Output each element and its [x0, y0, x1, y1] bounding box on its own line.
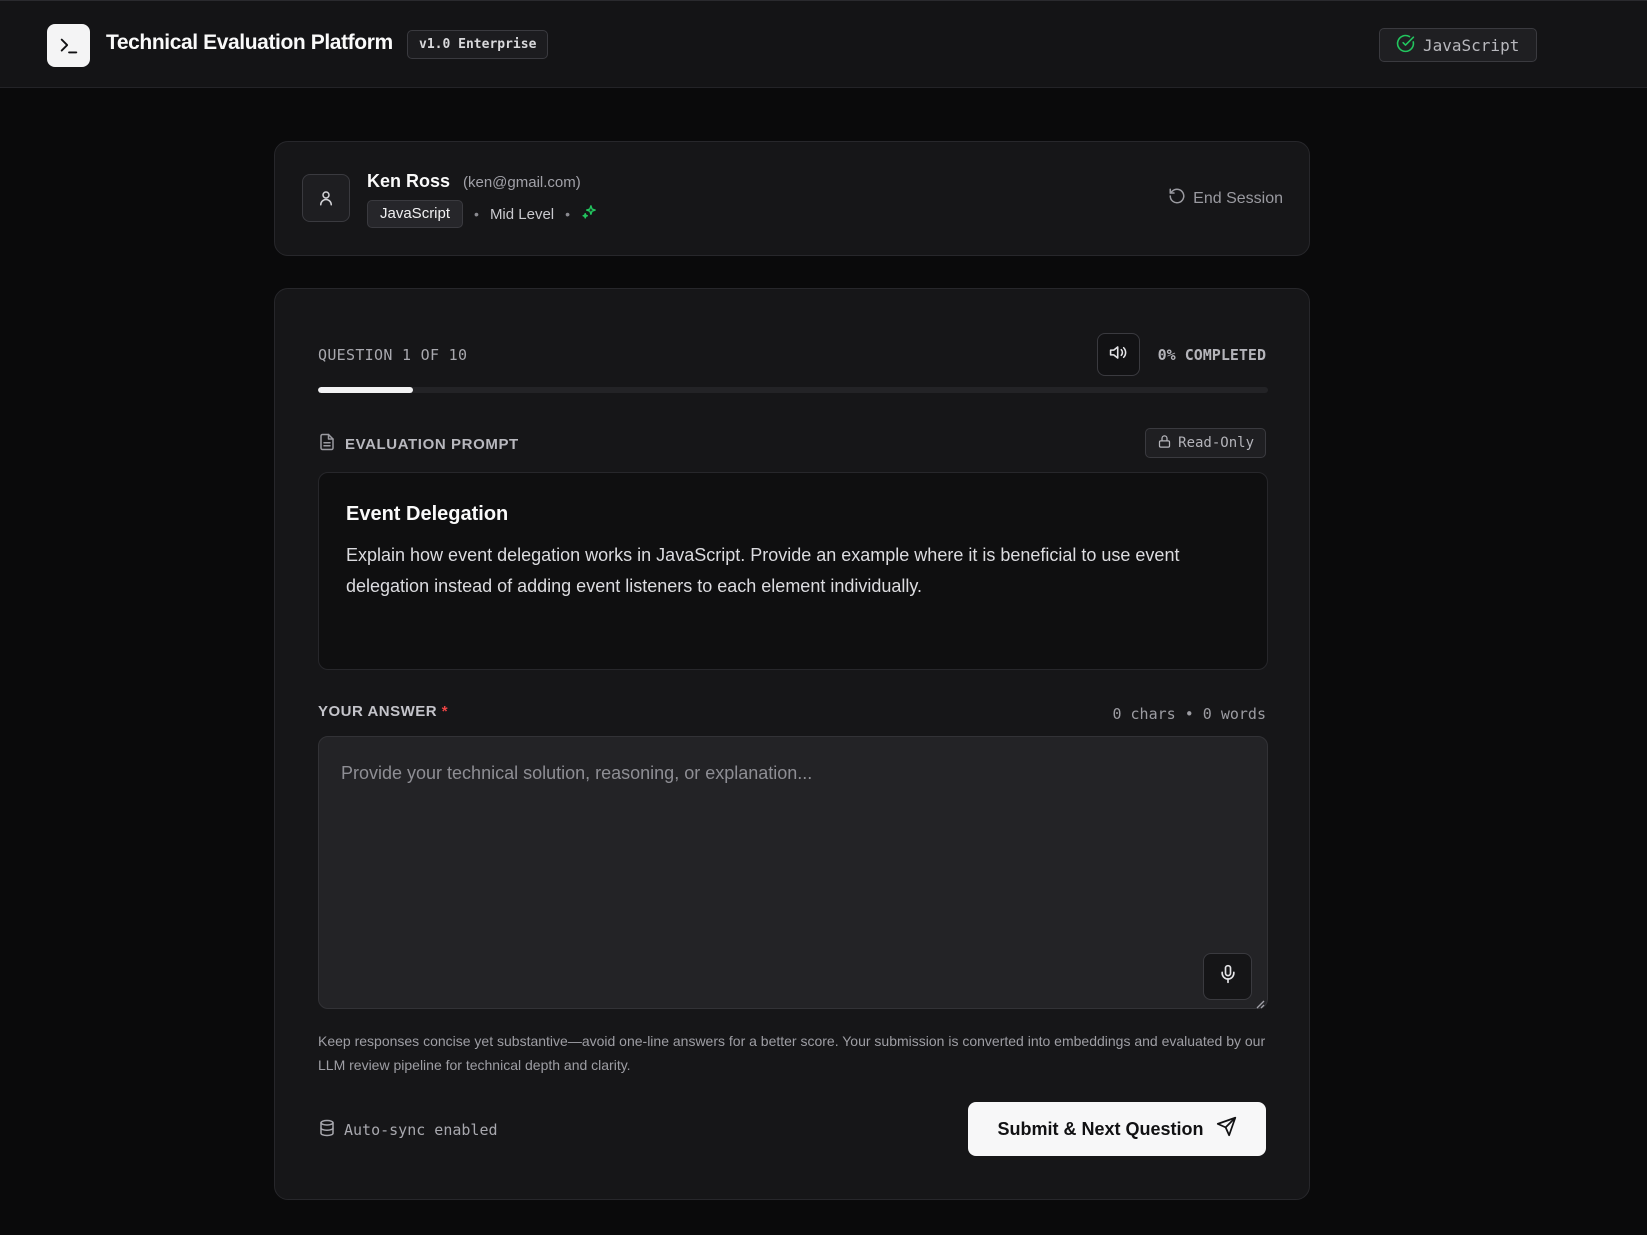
- database-icon: [318, 1119, 336, 1141]
- language-status-chip: JavaScript: [1379, 28, 1537, 62]
- answer-counts: 0 chars • 0 words: [1112, 705, 1266, 723]
- question-title: Event Delegation: [346, 503, 509, 525]
- user-icon: [302, 174, 350, 222]
- submit-label: Submit & Next Question: [997, 1118, 1204, 1139]
- meta-separator: •: [474, 206, 479, 222]
- progress-fill: [318, 387, 413, 393]
- question-card: QUESTION 1 OF 10 0% COMPLETED EVALUATION…: [274, 288, 1310, 1200]
- candidate-meta: JavaScript • Mid Level •: [367, 200, 598, 228]
- answer-label-text: YOUR ANSWER: [318, 703, 438, 720]
- completion-label: 0% COMPLETED: [1157, 346, 1266, 364]
- answer-textarea[interactable]: [318, 736, 1268, 1009]
- version-badge: v1.0 Enterprise: [407, 30, 549, 59]
- lock-icon: [1157, 434, 1172, 453]
- progress-bar: [318, 387, 1268, 393]
- end-session-button[interactable]: End Session: [1168, 187, 1283, 210]
- answer-label: YOUR ANSWER *: [318, 703, 448, 720]
- resize-handle[interactable]: [1255, 996, 1265, 1014]
- autosync-status: Auto-sync enabled: [318, 1119, 498, 1141]
- terminal-icon: [47, 24, 90, 67]
- file-text-icon: [318, 433, 336, 456]
- prompt-label: EVALUATION PROMPT: [345, 436, 519, 453]
- readonly-badge: Read-Only: [1145, 428, 1266, 458]
- volume-icon: [1109, 343, 1128, 367]
- prompt-header: EVALUATION PROMPT: [318, 433, 519, 456]
- send-icon: [1216, 1116, 1237, 1142]
- top-bar: Technical Evaluation Platform v1.0 Enter…: [0, 0, 1647, 88]
- meta-separator: •: [565, 206, 571, 222]
- submit-next-button[interactable]: Submit & Next Question: [968, 1102, 1266, 1156]
- app-title: Technical Evaluation Platform: [106, 31, 393, 54]
- answer-hint: Keep responses concise yet substantive—a…: [318, 1033, 1266, 1073]
- candidate-name: Ken Ross: [367, 171, 451, 191]
- skill-badge: JavaScript: [367, 200, 464, 228]
- readonly-label: Read-Only: [1178, 435, 1254, 451]
- candidate-card: Ken Ross (ken@gmail.com) JavaScript • Mi…: [274, 141, 1310, 256]
- check-circle-icon: [1396, 34, 1415, 57]
- voice-input-button[interactable]: [1203, 953, 1252, 1000]
- rotate-ccw-icon: [1168, 187, 1186, 210]
- required-mark: *: [441, 703, 449, 720]
- sparkles-icon: [581, 203, 598, 225]
- language-status-label: JavaScript: [1423, 35, 1520, 55]
- candidate-email: (ken@gmail.com): [463, 174, 581, 191]
- prompt-box: Event Delegation Explain how event deleg…: [318, 472, 1268, 670]
- question-text: Explain how event delegation works in Ja…: [346, 545, 1180, 596]
- end-session-label: End Session: [1193, 189, 1283, 207]
- level-label: Mid Level: [489, 205, 555, 223]
- read-aloud-button[interactable]: [1097, 333, 1140, 376]
- autosync-label: Auto-sync enabled: [344, 1121, 498, 1139]
- microphone-icon: [1218, 964, 1238, 989]
- question-counter: QUESTION 1 OF 10: [318, 346, 468, 364]
